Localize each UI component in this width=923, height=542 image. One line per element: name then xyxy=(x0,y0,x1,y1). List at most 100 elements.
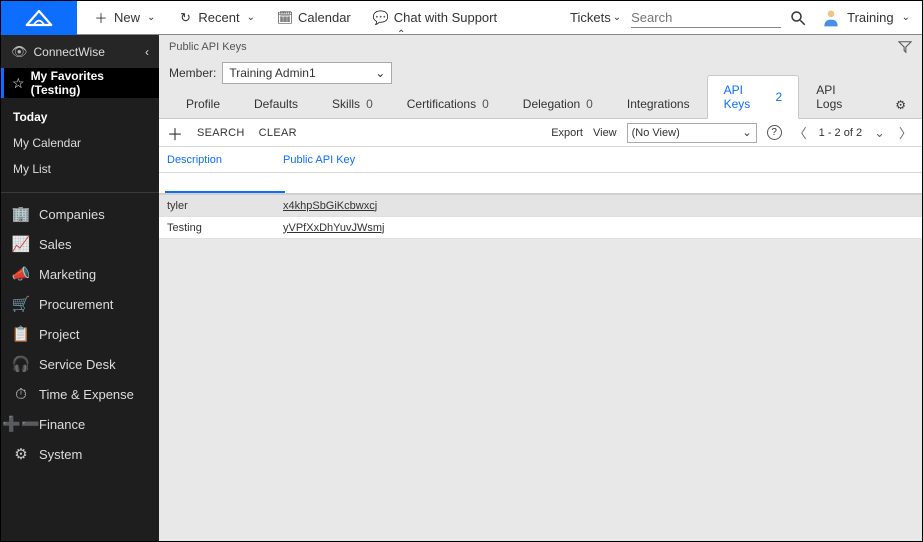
add-button[interactable]: ＋ xyxy=(167,121,183,145)
tab-label: Integrations xyxy=(627,97,690,111)
sidebar-item-procurement[interactable]: 🛒Procurement xyxy=(1,289,159,319)
column-description[interactable]: Description xyxy=(159,154,279,166)
app-logo[interactable] xyxy=(1,1,77,35)
user-label: Training xyxy=(847,10,893,25)
sidebar-link-my-list[interactable]: My List xyxy=(1,156,159,182)
project-icon: 📋 xyxy=(13,326,29,342)
sidebar-nav: 🏢 Companies 📈Sales 📣Marketing 🛒Procuremen… xyxy=(1,192,159,541)
search-icon[interactable] xyxy=(789,9,807,27)
table-row[interactable]: Testing yVPfXxDhYuvJWsmj xyxy=(159,217,922,239)
nav-label: Project xyxy=(39,327,79,342)
chevron-down-icon: ⌄ xyxy=(375,66,385,80)
tab-count: 0 xyxy=(586,97,593,111)
nav-label: Sales xyxy=(39,237,72,252)
column-public-key[interactable]: Public API Key xyxy=(279,154,922,166)
sidebar-item-companies[interactable]: 🏢 Companies xyxy=(1,199,159,229)
member-label: Member: xyxy=(169,66,216,80)
tickets-label: Tickets xyxy=(570,10,611,25)
calendar-button[interactable]: 🗓 Calendar xyxy=(277,10,351,26)
sidebar-item-finance[interactable]: ➕➖Finance xyxy=(1,409,159,439)
sidebar-item-system[interactable]: ⚙System xyxy=(1,439,159,469)
new-button[interactable]: ＋ New ⌄ xyxy=(93,10,155,26)
tab-profile[interactable]: Profile xyxy=(169,89,237,118)
nav-label: Companies xyxy=(39,207,105,222)
history-icon: ↻ xyxy=(177,10,193,26)
clear-button[interactable]: CLEAR xyxy=(259,127,297,139)
cell-public-key-link[interactable]: x4khpSbGiKcbwxcj xyxy=(283,200,377,212)
avatar-icon xyxy=(821,8,841,28)
user-menu[interactable]: Training ⌄ xyxy=(821,8,910,28)
connectwise-icon: 👁 xyxy=(11,44,28,60)
tab-label: Defaults xyxy=(254,97,298,111)
connectwise-logo-icon xyxy=(25,7,53,29)
pager-text: 1 - 2 of 2 xyxy=(819,127,862,139)
new-label: New xyxy=(114,10,140,25)
chat-support-button[interactable]: 💬 Chat with Support xyxy=(373,10,497,26)
tab-defaults[interactable]: Defaults xyxy=(237,89,315,118)
chat-icon: 💬 xyxy=(373,10,389,26)
tab-count: 0 xyxy=(482,97,489,111)
sidebar-favorites[interactable]: ☆ My Favorites (Testing) xyxy=(1,68,159,98)
tab-delegation[interactable]: Delegation 0 xyxy=(506,89,610,118)
sidebar-item-service-desk[interactable]: 🎧Service Desk xyxy=(1,349,159,379)
grid-filter-row xyxy=(159,173,922,195)
help-icon[interactable]: ? xyxy=(767,125,782,140)
search-input[interactable] xyxy=(631,8,781,28)
recent-button[interactable]: ↻ Recent ⌄ xyxy=(177,10,255,26)
tab-label: Profile xyxy=(186,97,220,111)
tab-skills[interactable]: Skills0 xyxy=(315,89,390,118)
tab-label: API Logs xyxy=(816,83,862,111)
sidebar-item-marketing[interactable]: 📣Marketing xyxy=(1,259,159,289)
calendar-label: Calendar xyxy=(298,10,351,25)
member-select[interactable]: Training Admin1 ⌄ xyxy=(222,62,392,84)
sidebar-item-time-expense[interactable]: ⏱ Time & Expense xyxy=(1,379,159,409)
chevron-left-icon[interactable]: ‹ xyxy=(145,45,149,59)
nav-label: Finance xyxy=(39,417,85,432)
tabs-row: Profile Defaults Skills0 Certifications 0… xyxy=(159,87,922,119)
favorites-label: My Favorites (Testing) xyxy=(31,69,151,97)
grid-toolbar: ＋ SEARCH CLEAR Export View (No View) ⌄ ?… xyxy=(159,119,922,147)
filter-description[interactable] xyxy=(165,173,285,193)
tab-count: 0 xyxy=(366,97,373,111)
pager-prev-icon[interactable]: 〈 xyxy=(792,123,809,142)
breadcrumb: Public API Keys xyxy=(169,41,247,53)
filter-icon[interactable] xyxy=(898,40,912,54)
sidebar-item-sales[interactable]: 📈Sales xyxy=(1,229,159,259)
nav-label: Time & Expense xyxy=(39,387,134,402)
tab-integrations[interactable]: Integrations xyxy=(610,89,707,118)
companies-icon: 🏢 xyxy=(13,206,29,222)
breadcrumb-row: Public API Keys xyxy=(159,35,922,59)
cell-public-key-link[interactable]: yVPfXxDhYuvJWsmj xyxy=(283,222,384,234)
tab-count: 2 xyxy=(776,90,783,104)
tab-label: Certifications xyxy=(407,97,476,111)
marketing-icon: 📣 xyxy=(13,266,29,282)
tickets-dropdown[interactable]: Tickets ⌄ xyxy=(570,10,621,25)
time-expense-icon: ⏱ xyxy=(13,386,29,402)
table-row[interactable]: tyler x4khpSbGiKcbwxcj xyxy=(159,195,922,217)
cell-description: tyler xyxy=(159,200,279,212)
sidebar-header[interactable]: 👁 ConnectWise ‹ xyxy=(1,35,159,68)
tab-certifications[interactable]: Certifications 0 xyxy=(390,89,506,118)
export-button[interactable]: Export xyxy=(551,127,583,139)
tab-api-logs[interactable]: API Logs xyxy=(799,75,879,118)
sidebar-quick-links: Today My Calendar My List xyxy=(1,98,159,192)
view-value: (No View) xyxy=(632,127,680,139)
pager-dropdown-icon[interactable]: ⌄ xyxy=(872,125,887,141)
tab-settings-gear-icon[interactable]: ⚙ xyxy=(889,92,912,118)
chevron-down-icon: ⌄ xyxy=(902,12,910,23)
search-button[interactable]: SEARCH xyxy=(197,127,245,139)
top-actions: ＋ New ⌄ ↻ Recent ⌄ 🗓 Calendar 💬 Chat wit… xyxy=(77,10,497,26)
sidebar-link-my-calendar[interactable]: My Calendar xyxy=(1,130,159,156)
api-keys-grid: Description Public API Key tyler x4khpSb… xyxy=(159,147,922,239)
tab-label: Delegation xyxy=(523,97,580,111)
sidebar-link-today[interactable]: Today xyxy=(1,104,159,130)
sidebar: 👁 ConnectWise ‹ ☆ My Favorites (Testing)… xyxy=(1,35,159,541)
sidebar-item-project[interactable]: 📋 Project xyxy=(1,319,159,349)
chevron-down-icon: ⌄ xyxy=(742,126,751,139)
tab-api-keys[interactable]: API Keys2 xyxy=(707,75,800,119)
pager-next-icon[interactable]: 〉 xyxy=(897,123,914,142)
view-select[interactable]: (No View) ⌄ xyxy=(627,123,757,143)
sidebar-header-label: ConnectWise xyxy=(34,45,105,59)
service-desk-icon: 🎧 xyxy=(13,356,29,372)
nav-label: Procurement xyxy=(39,297,113,312)
